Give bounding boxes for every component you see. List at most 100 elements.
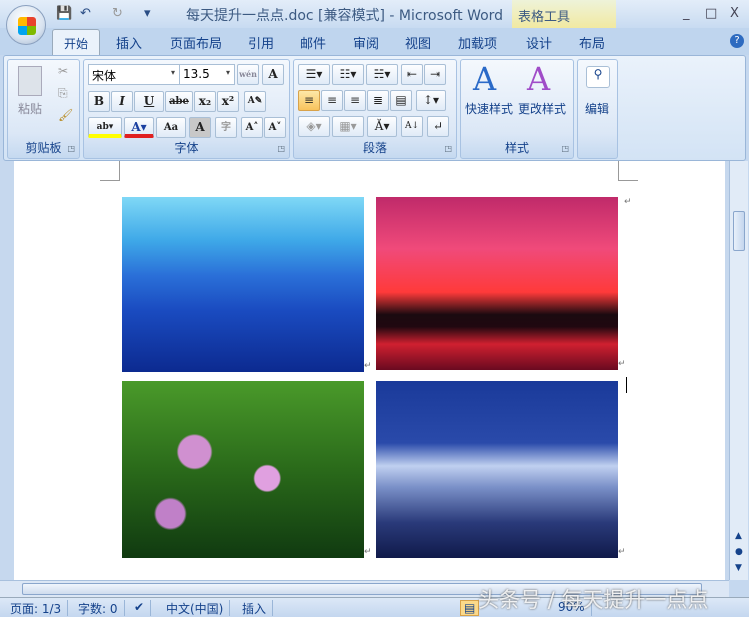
paragraph-mark: ↵ xyxy=(618,359,626,369)
bold-button[interactable]: B xyxy=(88,91,110,112)
customize-qat-icon[interactable]: ▾ xyxy=(144,6,151,21)
highlight-button[interactable]: ab▾ xyxy=(88,117,122,138)
editing-button[interactable]: 编辑 xyxy=(585,100,609,117)
paste-icon xyxy=(18,66,42,96)
quick-styles-icon: A xyxy=(473,60,497,98)
borders-icon[interactable]: ▦▾ xyxy=(332,116,364,137)
dialog-launcher-icon[interactable]: ◳ xyxy=(444,144,452,153)
subscript-button[interactable]: x₂ xyxy=(194,91,216,112)
vertical-scrollbar[interactable]: ▲ ● ▼ xyxy=(729,161,748,580)
shading-icon[interactable]: ◈▾ xyxy=(298,116,330,137)
strikethrough-button[interactable]: abe xyxy=(165,91,193,112)
tab-layout[interactable]: 布局 xyxy=(579,33,605,52)
document-page[interactable]: ↵ ↵ ↵ ↵ ↵ xyxy=(14,161,725,580)
sort-icon[interactable]: A↓ xyxy=(401,116,423,137)
cut-icon[interactable]: ✂ xyxy=(58,64,68,78)
paragraph-mark: ↵ xyxy=(364,547,372,557)
minimize-button[interactable]: _ xyxy=(683,6,690,21)
line-spacing-icon[interactable]: ↕▾ xyxy=(416,90,446,111)
quick-styles-button[interactable]: 快速样式 xyxy=(465,100,513,117)
language[interactable]: 中文(中国) xyxy=(160,600,231,616)
font-name-value: 宋体 xyxy=(92,69,117,83)
phonetic-guide-button[interactable]: wén xyxy=(237,64,259,85)
change-styles-button[interactable]: 更改样式 xyxy=(518,100,566,117)
word-count[interactable]: 字数: 0 xyxy=(72,600,125,616)
change-case-button[interactable]: Aa xyxy=(156,117,186,138)
editing-group[interactable]: ⚲ 编辑 xyxy=(577,59,618,159)
sunset-image[interactable] xyxy=(376,197,618,370)
numbering-icon[interactable]: ☷▾ xyxy=(332,64,364,85)
grow-font-button[interactable]: A˄ xyxy=(241,117,263,138)
blue-mountains-image[interactable] xyxy=(122,197,364,372)
page-count[interactable]: 页面: 1/3 xyxy=(4,600,69,616)
help-icon[interactable]: ? xyxy=(730,34,744,48)
save-icon[interactable]: 💾 xyxy=(56,6,72,21)
shrink-font-button[interactable]: A˅ xyxy=(264,117,286,138)
dialog-launcher-icon[interactable]: ◳ xyxy=(67,144,75,153)
proofing-icon[interactable]: ✔ xyxy=(128,600,152,616)
tab-view[interactable]: 视图 xyxy=(405,33,431,52)
character-border-button[interactable]: A xyxy=(262,64,284,85)
tab-review[interactable]: 审阅 xyxy=(353,33,379,52)
font-name-combo[interactable]: 宋体 ▾ xyxy=(88,64,180,85)
paste-button[interactable]: 粘贴 xyxy=(18,100,42,117)
winter-forest-image[interactable] xyxy=(376,381,618,558)
justify-icon[interactable]: ≣ xyxy=(367,90,389,111)
office-logo-icon xyxy=(18,17,36,35)
tab-design[interactable]: 设计 xyxy=(526,33,552,52)
margin-mark xyxy=(618,161,638,181)
tab-insert[interactable]: 插入 xyxy=(116,33,142,52)
dialog-launcher-icon[interactable]: ◳ xyxy=(277,144,285,153)
water-lily-image[interactable] xyxy=(122,381,364,558)
align-center-icon[interactable]: ≡ xyxy=(321,90,343,111)
scroll-thumb[interactable] xyxy=(733,211,745,251)
redo-icon[interactable]: ↻ xyxy=(112,6,123,21)
italic-button[interactable]: I xyxy=(111,91,133,112)
undo-icon[interactable]: ↶ xyxy=(80,6,91,21)
tab-references[interactable]: 引用 xyxy=(248,33,274,52)
window-title: 每天提升一点点.doc [兼容模式] - Microsoft Word xyxy=(186,8,504,24)
character-shading-button[interactable]: A xyxy=(189,117,211,138)
asian-layout-icon[interactable]: Ӑ▾ xyxy=(367,116,397,137)
format-painter-icon[interactable]: 🖌 xyxy=(58,108,73,122)
copy-icon[interactable]: ⎘ xyxy=(58,86,68,101)
tab-addins[interactable]: 加载项 xyxy=(458,33,497,52)
increase-indent-icon[interactable]: ⇥ xyxy=(424,64,446,85)
find-icon: ⚲ xyxy=(586,66,610,88)
prev-page-icon[interactable]: ▲ xyxy=(735,531,742,541)
paragraph-mark: ↵ xyxy=(624,197,632,207)
next-page-icon[interactable]: ▼ xyxy=(735,563,742,573)
close-button[interactable]: X xyxy=(730,6,739,21)
watermark: 头条号 / 每天提升一点点 xyxy=(478,588,709,612)
dialog-launcher-icon[interactable]: ◳ xyxy=(561,144,569,153)
superscript-button[interactable]: x² xyxy=(217,91,239,112)
browse-object-icon[interactable]: ● xyxy=(735,547,743,557)
distributed-icon[interactable]: ▤ xyxy=(390,90,412,111)
decrease-indent-icon[interactable]: ⇤ xyxy=(401,64,423,85)
styles-group: A A 快速样式 更改样式 样式 ◳ xyxy=(460,59,574,159)
paragraph-mark: ↵ xyxy=(364,361,372,371)
change-styles-icon: A xyxy=(527,60,551,98)
print-layout-icon[interactable]: ▤ xyxy=(460,600,480,616)
font-size-value: 13.5 xyxy=(183,67,210,81)
maximize-button[interactable]: □ xyxy=(705,6,717,21)
font-label: 字体 xyxy=(174,141,199,155)
insert-mode[interactable]: 插入 xyxy=(236,600,274,616)
font-size-combo[interactable]: 13.5 ▾ xyxy=(179,64,235,85)
office-button[interactable] xyxy=(6,5,46,45)
text-cursor xyxy=(626,377,627,393)
enclose-characters-button[interactable]: 字 xyxy=(215,117,237,138)
bullets-icon[interactable]: ☰▾ xyxy=(298,64,330,85)
show-marks-icon[interactable]: ↵ xyxy=(427,116,449,137)
font-color-button[interactable]: A▾ xyxy=(124,117,154,138)
tab-page-layout[interactable]: 页面布局 xyxy=(170,33,222,52)
clear-formatting-icon[interactable]: A✎ xyxy=(244,91,266,112)
paragraph-group: ☰▾ ☷▾ ☵▾ ⇤ ⇥ ≡ ≡ ≡ ≣ ▤ ↕▾ ◈▾ ▦▾ Ӑ▾ A↓ ↵ … xyxy=(293,59,457,159)
paragraph-mark: ↵ xyxy=(618,547,626,557)
underline-button[interactable]: U xyxy=(134,91,164,112)
tab-mailings[interactable]: 邮件 xyxy=(300,33,326,52)
multilevel-list-icon[interactable]: ☵▾ xyxy=(366,64,398,85)
align-right-icon[interactable]: ≡ xyxy=(344,90,366,111)
align-left-icon[interactable]: ≡ xyxy=(298,90,320,111)
tab-home[interactable]: 开始 xyxy=(52,29,100,56)
